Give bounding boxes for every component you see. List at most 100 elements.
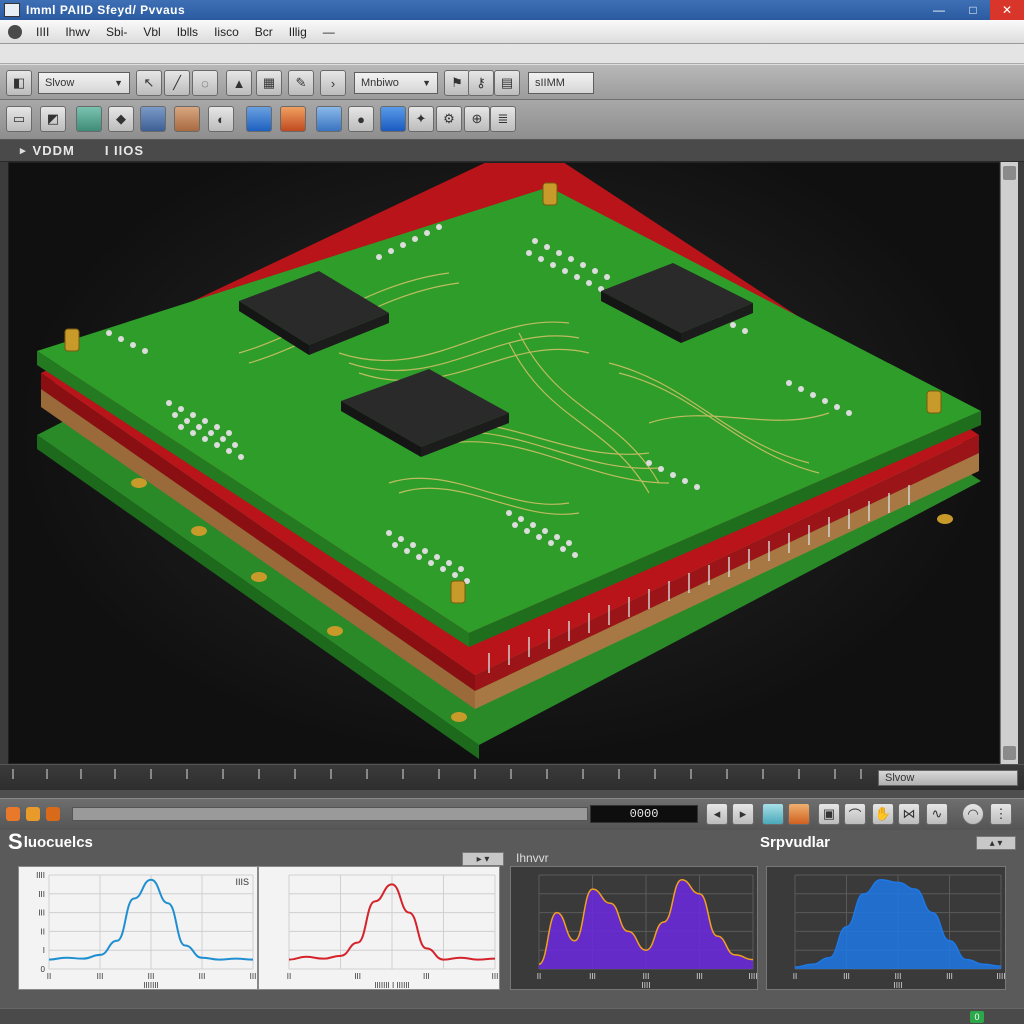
tag-icon[interactable]: ⚑ bbox=[444, 70, 470, 96]
ruler-tick bbox=[150, 769, 152, 779]
mode-select-value: Mnbiwo bbox=[361, 77, 399, 89]
box-icon[interactable] bbox=[140, 106, 166, 132]
menu-item-view[interactable]: Sbi- bbox=[98, 25, 135, 39]
chevron-down-icon: ▼ bbox=[422, 78, 431, 88]
lens-icon[interactable]: ◌ bbox=[192, 70, 218, 96]
wave-tool-icon[interactable]: ∿ bbox=[926, 803, 948, 825]
mountain-icon[interactable] bbox=[246, 106, 272, 132]
y-tick-label: II bbox=[41, 927, 45, 936]
minimize-button[interactable]: — bbox=[922, 0, 956, 20]
box-tool-icon[interactable]: ▣ bbox=[818, 803, 840, 825]
ruler-tick bbox=[46, 769, 48, 779]
ruler-tick bbox=[12, 769, 14, 779]
snap-tool-icon[interactable]: ◠ bbox=[962, 803, 984, 825]
menu-item-tools[interactable]: Iblls bbox=[169, 25, 206, 39]
layers-icon[interactable]: ≣ bbox=[490, 106, 516, 132]
shape-icon[interactable]: ◆ bbox=[108, 106, 134, 132]
menu-item-file[interactable]: IIII bbox=[28, 25, 57, 39]
corner-label: IIIS bbox=[235, 877, 249, 887]
options-tool-icon[interactable]: ⋮ bbox=[990, 803, 1012, 825]
viewport-vertical-scrollbar[interactable] bbox=[1000, 162, 1018, 764]
camera-icon[interactable]: ◧ bbox=[6, 70, 32, 96]
ruler-tick bbox=[438, 769, 440, 779]
line-icon[interactable]: ╱ bbox=[164, 70, 190, 96]
cube-icon[interactable] bbox=[174, 106, 200, 132]
record-icon[interactable] bbox=[6, 807, 20, 821]
x-tick-label: III bbox=[696, 972, 703, 981]
view-select-value: Slvow bbox=[45, 77, 75, 89]
eraser-icon[interactable]: ◩ bbox=[40, 106, 66, 132]
x-tick-label: III bbox=[643, 972, 650, 981]
play-icon[interactable] bbox=[26, 807, 40, 821]
panel-controls[interactable]: ▸ ▾ bbox=[462, 852, 504, 866]
app-icon bbox=[4, 3, 20, 17]
ruler-tick bbox=[726, 769, 728, 779]
menu-item-design[interactable]: Iisco bbox=[206, 25, 247, 39]
layer-select[interactable]: sIIMM bbox=[528, 72, 594, 94]
x-tick-label: II bbox=[537, 972, 541, 981]
title-bar: Imml PAIID Sfeyd/ Pvvaus — □ ✕ bbox=[0, 0, 1024, 20]
scroll-up-arrow[interactable] bbox=[1003, 166, 1016, 180]
ruler-tick bbox=[366, 769, 368, 779]
cursor-icon[interactable]: ↖ bbox=[136, 70, 162, 96]
menu-item-route[interactable]: Bcr bbox=[247, 25, 281, 39]
frame-back-icon[interactable]: ◂ bbox=[706, 803, 728, 825]
menu-logo-icon[interactable] bbox=[8, 24, 22, 39]
bridge-tool-icon[interactable]: ⌒ bbox=[844, 803, 866, 825]
view-select[interactable]: Slvow ▼ bbox=[38, 72, 130, 94]
x-tick-label: IIII bbox=[749, 972, 758, 981]
close-button[interactable]: ✕ bbox=[990, 0, 1024, 20]
chevron-icon[interactable]: › bbox=[320, 70, 346, 96]
fill-icon[interactable] bbox=[280, 106, 306, 132]
x-tick-label: II bbox=[287, 972, 291, 981]
frame-forward-icon[interactable]: ▸ bbox=[732, 803, 754, 825]
ruler-tick bbox=[834, 769, 836, 779]
chart-3-plot: II III III III IIIIIIII bbox=[537, 874, 758, 990]
x-tick-label: III bbox=[492, 972, 499, 981]
prism-icon[interactable] bbox=[76, 106, 102, 132]
grid-icon[interactable]: ▦ bbox=[256, 70, 282, 96]
chart-2-box: II III III III IIIIIII I IIIIII bbox=[258, 866, 500, 990]
maximize-button[interactable]: □ bbox=[956, 0, 990, 20]
x-tick-label: IIII bbox=[997, 972, 1006, 981]
x-tick-label: III bbox=[895, 972, 902, 981]
rotate-icon[interactable]: ◐ bbox=[208, 106, 234, 132]
menu-item-edit[interactable]: Ihwv bbox=[57, 25, 98, 39]
layer-select-value: sIIMM bbox=[535, 77, 565, 89]
scroll-down-arrow[interactable] bbox=[1003, 746, 1016, 760]
orange-tool-icon[interactable] bbox=[788, 803, 810, 825]
ruler-tick bbox=[798, 769, 800, 779]
teal-tool-icon[interactable] bbox=[762, 803, 784, 825]
bird-icon[interactable]: ✦ bbox=[408, 106, 434, 132]
sphere-icon[interactable]: ● bbox=[348, 106, 374, 132]
pin-icon[interactable]: ⊕ bbox=[464, 106, 490, 132]
shield-icon[interactable] bbox=[316, 106, 342, 132]
chart-4-box: II III III III IIII IIII bbox=[766, 866, 1006, 990]
leaf-icon[interactable] bbox=[380, 106, 406, 132]
monitor-icon[interactable]: ▭ bbox=[6, 106, 32, 132]
zoom-field[interactable]: Slvow bbox=[878, 770, 1018, 786]
ruler-tick bbox=[80, 769, 82, 779]
pen-icon[interactable]: ✎ bbox=[288, 70, 314, 96]
hat-icon[interactable]: ▲ bbox=[226, 70, 252, 96]
key-icon[interactable]: ⚷ bbox=[468, 70, 494, 96]
panel-close-controls[interactable]: ▴ ▾ bbox=[976, 836, 1016, 850]
viewport-label: VDDM bbox=[32, 143, 75, 158]
y-tick-label: III bbox=[38, 890, 45, 899]
chart-icon[interactable]: ▤ bbox=[494, 70, 520, 96]
hand-tool-icon[interactable]: ✋ bbox=[872, 803, 894, 825]
left-panel-title: S luocuelcs bbox=[8, 829, 93, 854]
pcb-model bbox=[37, 163, 981, 759]
stop-icon[interactable] bbox=[46, 807, 60, 821]
3d-viewport[interactable] bbox=[8, 162, 1000, 764]
mode-select[interactable]: Mnbiwo ▼ bbox=[354, 72, 438, 94]
gear-icon[interactable]: ⚙ bbox=[436, 106, 462, 132]
timeline-bar: 0000 ◂ ▸ ▣ ⌒ ✋ ⋈ ∿ ◠ ⋮ bbox=[0, 798, 1024, 830]
window-title: Imml PAIID Sfeyd/ Pvvaus bbox=[26, 3, 186, 17]
menu-item-window[interactable]: Illig bbox=[281, 25, 315, 39]
menu-item-insert[interactable]: Vbl bbox=[135, 25, 168, 39]
timeline-scrubber[interactable] bbox=[72, 807, 588, 821]
y-tick-label: IIII bbox=[36, 871, 45, 880]
menu-item-help[interactable]: — bbox=[315, 25, 343, 39]
node-tool-icon[interactable]: ⋈ bbox=[898, 803, 920, 825]
